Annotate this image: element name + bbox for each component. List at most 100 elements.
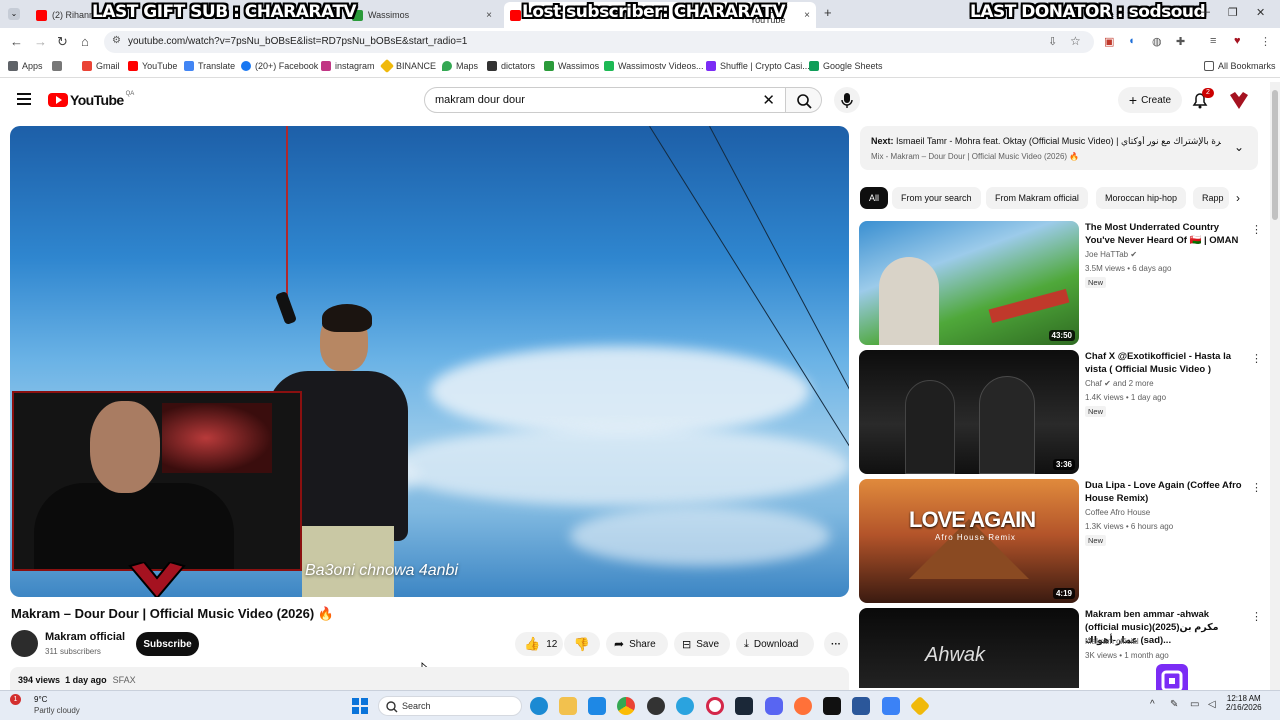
recommended-channel-name[interactable]: Makram official [1085,637,1139,646]
restore-window-icon[interactable]: ❐ [1228,6,1238,19]
new-tab-button[interactable]: + [824,5,832,20]
recommended-channel-name[interactable]: Chaf ✔ and 2 more [1085,379,1154,388]
telegram-icon[interactable] [676,697,694,715]
back-arrow-icon[interactable]: ← [10,34,23,49]
home-icon[interactable]: ⌂ [81,34,89,49]
youtube-logo[interactable]: YouTube QA [48,91,134,108]
address-bar[interactable]: ⚙ youtube.com/watch?v=7psNu_bOBsE&list=R… [104,31,1094,53]
opera-icon[interactable] [706,697,724,715]
site-settings-icon[interactable]: ⚙ [112,35,121,46]
scrollbar-thumb[interactable] [1272,90,1278,220]
recommended-channel-name[interactable]: Joe HaTTab ✔ [1085,250,1137,259]
network-icon[interactable]: ▭ [1190,699,1199,710]
volume-icon[interactable]: ◁ [1208,699,1216,710]
bookmark-google-sheets[interactable]: Google Sheets [809,61,883,71]
chip-rapp[interactable]: Rapp [1193,187,1229,209]
bookmark-binance[interactable]: BINANCE [379,58,436,74]
like-button[interactable]: 👍 12 [515,632,563,656]
taskbar-clock[interactable]: 12:18 AM 2/16/2026 [1226,694,1262,712]
windows-start-icon[interactable] [352,698,368,714]
account-avatar[interactable] [1228,89,1250,111]
microsoft-store-icon[interactable] [588,697,606,715]
video-options-icon[interactable]: ⋮ [1251,223,1262,236]
profile-avatar-icon[interactable]: ♥ [1234,35,1241,47]
more-actions-button[interactable]: ··· [824,632,848,656]
close-tab-icon[interactable]: × [798,10,810,21]
bookmark-apps[interactable]: Apps [8,61,43,71]
video-thumbnail[interactable]: 3:36 [859,350,1079,474]
extension-globe-icon[interactable]: ◍ [1152,35,1162,48]
channel-avatar[interactable] [11,630,38,657]
chip-all[interactable]: All [860,187,889,209]
recommended-video[interactable]: 43:50 The Most Underrated Country You've… [859,221,1262,345]
bookmark-maps[interactable]: Maps [442,61,478,71]
video-options-icon[interactable]: ⋮ [1251,352,1262,365]
location-tag[interactable]: SFAX [113,675,136,685]
bookmark-facebook[interactable]: (20+) Facebook [241,61,318,71]
taskbar-search-box[interactable]: Search [378,696,522,716]
close-tab-icon[interactable]: × [480,10,492,21]
video-thumbnail[interactable]: Ahwak [859,608,1079,688]
bookmark-wassimostv-videos[interactable]: Wassimostv Videos... [604,61,704,71]
up-next-panel[interactable]: Next: Ismaeil Tamr - Mohra feat. Oktay (… [860,126,1258,170]
firefox-icon[interactable] [794,697,812,715]
recommended-channel-name[interactable]: Coffee Afro House [1085,508,1150,517]
bookmark-youtube[interactable]: YouTube [128,61,177,71]
pen-icon[interactable]: ✎ [1170,699,1178,710]
recommended-video[interactable]: Ahwak Makram ben ammar -ahwak (official … [859,608,1259,688]
recommended-video-title[interactable]: Dua Lipa - Love Again (Coffee Afro House… [1085,479,1243,505]
bookmark-gmail[interactable]: Gmail [82,61,120,71]
reload-icon[interactable]: ↻ [57,34,68,50]
bookmark-dictators[interactable]: dictators [487,61,535,71]
all-bookmarks[interactable]: All Bookmarks [1204,61,1276,71]
extension-audio-icon[interactable]: ◖ [1128,35,1135,47]
search-button[interactable] [786,87,822,113]
bookmark-instagram[interactable]: instagram [321,61,375,71]
chip-from-your-search[interactable]: From your search [892,187,981,209]
video-thumbnail[interactable]: LOVE AGAIN Afro House Remix 4:19 [859,479,1079,603]
weather-widget[interactable]: 9°C Partly cloudy [34,695,80,715]
show-hidden-icons-chevron-icon[interactable]: ^ [1150,699,1155,710]
binance-icon[interactable] [909,695,931,717]
bookmark-star-icon[interactable]: ☆ [1070,34,1081,48]
clear-search-icon[interactable]: ✕ [762,91,775,109]
bookmark-grid[interactable] [52,61,66,71]
file-explorer-icon[interactable] [559,697,577,715]
bookmark-translate[interactable]: Translate [184,61,235,71]
close-window-icon[interactable]: ✕ [1256,6,1265,19]
recommended-video-title[interactable]: Chaf X @Exotikofficiel - Hasta la vista … [1085,350,1243,376]
capcut-icon[interactable] [823,697,841,715]
edge-browser-icon[interactable] [530,697,548,715]
tab-search-chevron-icon[interactable]: ⌄ [8,8,20,20]
recommended-video[interactable]: LOVE AGAIN Afro House Remix 4:19 Dua Lip… [859,479,1262,603]
steam-icon[interactable] [735,697,753,715]
forward-arrow-icon[interactable]: → [34,34,47,49]
video-options-icon[interactable]: ⋮ [1251,481,1262,494]
bookmark-wassimos[interactable]: Wassimos [544,61,599,71]
chrome-icon[interactable] [617,697,635,715]
video-options-icon[interactable]: ⋮ [1251,610,1259,623]
install-app-icon[interactable]: ⇩ [1048,35,1057,48]
tab-wassimos[interactable]: Wassimos × [346,4,498,26]
chevron-right-icon[interactable]: › [1236,191,1240,205]
extension-icon[interactable]: ▣ [1104,35,1114,48]
subscribe-button[interactable]: Subscribe [136,632,199,656]
search-input[interactable]: makram dour dour ✕ [424,87,786,113]
create-button[interactable]: + Create [1118,87,1182,113]
chevron-down-icon[interactable]: ⌄ [1234,140,1244,154]
chip-moroccan-hip-hop[interactable]: Moroccan hip-hop [1096,187,1187,209]
search-value[interactable]: makram dour dour [435,94,525,106]
app-stack-icon[interactable] [882,697,900,715]
extensions-puzzle-icon[interactable]: ✚ [1176,35,1185,48]
menu-hamburger-icon[interactable] [17,93,31,105]
video-player[interactable]: Ba3oni chnowa 4anbi [10,126,849,597]
discord-icon[interactable] [765,697,783,715]
bookmark-shuffle[interactable]: Shuffle | Crypto Casi... [706,61,810,71]
recommended-video[interactable]: 3:36 Chaf X @Exotikofficiel - Hasta la v… [859,350,1262,474]
dislike-button[interactable]: 👍 [564,632,600,656]
minimize-window-icon[interactable]: — [1199,6,1210,18]
url-text[interactable]: youtube.com/watch?v=7psNu_bOBsE&list=RD7… [128,36,467,47]
voice-search-button[interactable] [834,87,860,113]
recommended-video-title[interactable]: The Most Underrated Country You've Never… [1085,221,1243,247]
download-button[interactable]: ⤓ Download [736,632,814,656]
